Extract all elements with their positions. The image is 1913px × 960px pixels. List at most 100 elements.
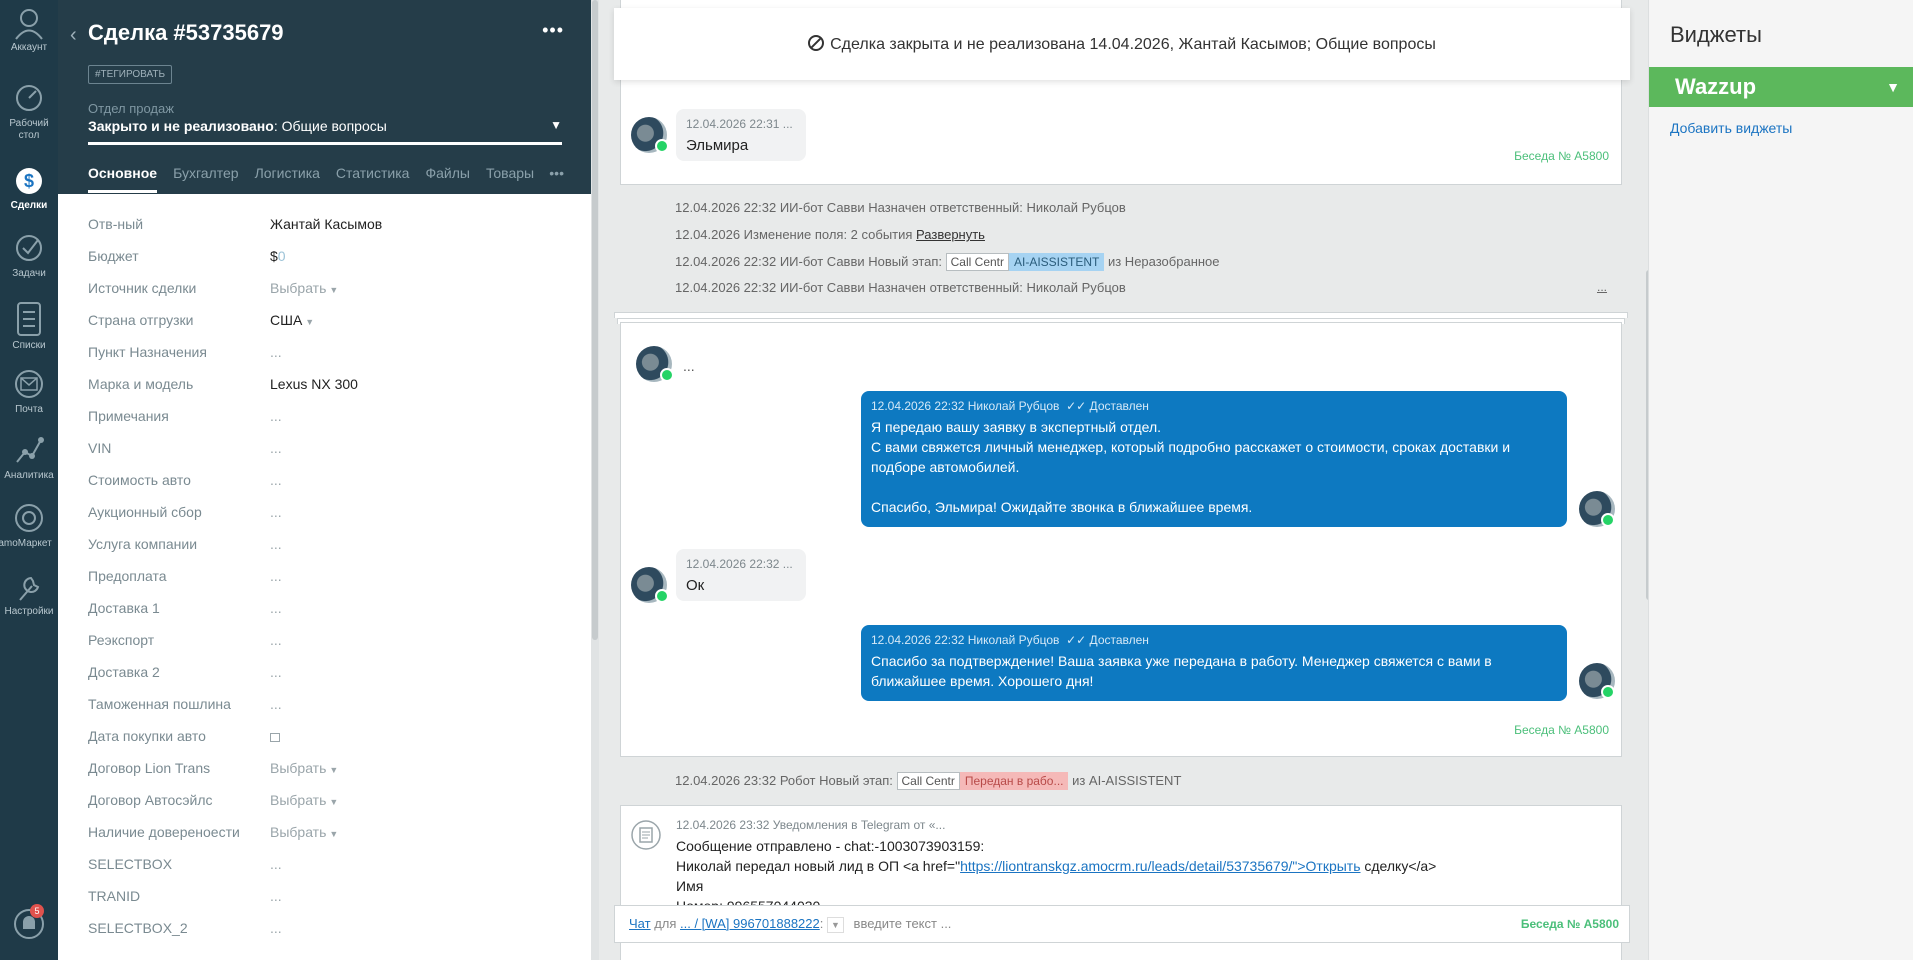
tag-button[interactable]: #ТЕГИРОВАТЬ	[88, 65, 173, 84]
field-value[interactable]: Выбрать ▼	[270, 276, 338, 302]
tab-files[interactable]: Файлы	[425, 165, 469, 190]
message-composer[interactable]: Чат для ... / [WA] 996701888222: ▼ введи…	[614, 905, 1630, 943]
nav-tasks[interactable]: Задачи	[0, 232, 58, 280]
field-value[interactable]: ...	[270, 596, 282, 620]
add-widgets-link[interactable]: Добавить виджеты	[1670, 120, 1792, 136]
field-row: Доставка 1...	[88, 596, 568, 620]
chat-type-link[interactable]: Чат	[629, 916, 651, 931]
nav-mail[interactable]: Почта	[0, 368, 58, 416]
currency-symbol: $	[270, 248, 278, 264]
more-dots-button[interactable]: •••	[542, 20, 564, 41]
event-stage: 12.04.2026 22:32 ИИ-бот Савви Новый этап…	[675, 253, 1220, 271]
chevron-down-icon[interactable]: ▼	[826, 917, 844, 933]
field-label: Аукционный сбор	[88, 504, 202, 520]
stage-pill: Call Centr	[896, 772, 960, 790]
message-line	[871, 477, 1557, 497]
field-label: Доставка 2	[88, 664, 160, 680]
nav-deals[interactable]: $ Сделки	[0, 164, 58, 212]
expand-link[interactable]: Развернуть	[916, 227, 985, 242]
conversation-link[interactable]: Беседа № A5800	[1514, 149, 1609, 163]
nav-account[interactable]: Аккаунт	[0, 6, 58, 54]
field-value[interactable]: ...	[270, 916, 282, 940]
deal-header: ‹ Сделка #53735679 ••• #ТЕГИРОВАТЬ Отдел…	[58, 0, 592, 194]
left-panel-scrollbar[interactable]	[591, 0, 599, 960]
conversation-link[interactable]: Беседа № A5800	[1521, 906, 1619, 942]
field-value[interactable]: ...	[270, 436, 282, 460]
tab-accounting[interactable]: Бухгалтер	[173, 165, 238, 190]
field-value[interactable]: ...	[270, 884, 282, 908]
field-value[interactable]: Выбрать ▼	[270, 756, 338, 782]
field-value-text: Выбрать	[270, 824, 327, 840]
event-text: 12.04.2026 22:32 ИИ-бот Савви Назначен о…	[675, 280, 1126, 295]
field-value[interactable]: ...	[270, 564, 282, 588]
field-row: Примечания...	[88, 404, 568, 428]
message-text: Ок	[686, 577, 705, 594]
whatsapp-icon	[655, 139, 669, 153]
status-select[interactable]: Закрыто и не реализовано: Общие вопросы …	[88, 118, 562, 134]
field-value[interactable]: Выбрать ▼	[270, 788, 338, 814]
nav-analytics[interactable]: Аналитика	[0, 434, 58, 482]
field-value[interactable]	[270, 724, 280, 748]
field-label: Доставка 1	[88, 600, 160, 616]
field-row: VIN...	[88, 436, 568, 460]
field-value[interactable]: Жантай Касымов	[270, 212, 382, 236]
message-meta: 12.04.2026 22:31 ...	[686, 117, 793, 131]
tabs-more-button[interactable]: •••	[549, 165, 564, 181]
field-label: Реэкспорт	[88, 632, 155, 648]
more-events-link[interactable]: ...	[1597, 280, 1607, 294]
recipient-link[interactable]: ... / [WA] 996701888222	[680, 916, 820, 931]
field-row: Наличие довереноести Выбрать ▼	[88, 820, 568, 844]
tab-products[interactable]: Товары	[486, 165, 534, 190]
field-value[interactable]: ...	[270, 660, 282, 684]
nav-label: Рабочий стол	[9, 118, 49, 141]
event-text: 12.04.2026 Изменение поля: 2 события	[675, 227, 917, 242]
chevron-down-icon: ▼	[329, 285, 339, 295]
nav-settings[interactable]: Настройки	[0, 570, 58, 618]
field-value-text: ...	[270, 568, 282, 584]
nav-lists[interactable]: Списки	[0, 300, 58, 352]
field-value[interactable]: ...	[270, 468, 282, 492]
deal-url-link[interactable]: https://liontranskgz.amocrm.ru/leads/det…	[960, 858, 1360, 874]
status-bold: Закрыто и не реализовано	[88, 118, 274, 134]
deals-icon: $	[16, 168, 42, 194]
field-value-text: ...	[270, 696, 282, 712]
incoming-message: 12.04.2026 22:32 ... Ок	[676, 549, 806, 601]
field-value[interactable]: $0	[270, 244, 286, 268]
calendar-icon[interactable]	[270, 733, 280, 742]
notification-line: сделку</a>	[1360, 858, 1437, 874]
field-row: Таможенная пошлина...	[88, 692, 568, 716]
field-value-text: ...	[270, 920, 282, 936]
outgoing-message: 12.04.2026 22:32 Николай Рубцов ✓✓ Доста…	[861, 625, 1567, 701]
nav-dashboard[interactable]: Рабочий стол	[0, 82, 58, 142]
chevron-down-icon: ▼	[329, 765, 339, 775]
field-value[interactable]: ...	[270, 628, 282, 652]
event-tail: из Неразобранное	[1104, 254, 1220, 269]
field-label: Источник сделки	[88, 280, 197, 296]
field-value[interactable]: Выбрать ▼	[270, 820, 338, 846]
field-value[interactable]: ...	[270, 500, 282, 524]
nav-market[interactable]: amoМаркет	[0, 502, 58, 550]
stage-pill: AI-AISSISTENT	[1009, 253, 1105, 271]
field-value[interactable]: ...	[270, 340, 282, 364]
conversation-link[interactable]: Беседа № A5800	[1514, 723, 1609, 737]
field-value[interactable]: ...	[270, 404, 282, 428]
tab-statistics[interactable]: Статистика	[336, 165, 410, 190]
field-value[interactable]: ...	[270, 852, 282, 876]
field-row: Доставка 2...	[88, 660, 568, 684]
tab-main[interactable]: Основное	[88, 165, 158, 193]
wazzup-widget[interactable]: Wazzup ▼	[1649, 67, 1913, 107]
deal-fields: Отв-ный Жантай Касымов Бюджет $0 Источник сд…	[58, 194, 592, 960]
chevron-down-icon[interactable]: ▼	[1886, 67, 1900, 107]
field-label: SELECTBOX_2	[88, 920, 188, 936]
nav-notifications[interactable]: 5	[0, 904, 58, 946]
back-arrow-icon[interactable]: ‹	[70, 24, 77, 47]
deal-title[interactable]: Сделка #53735679	[88, 20, 284, 46]
field-value[interactable]: Lexus NX 300	[270, 372, 358, 396]
scrollbar-thumb[interactable]	[592, 0, 598, 640]
tab-logistics[interactable]: Логистика	[255, 165, 320, 190]
composer-placeholder[interactable]: введите текст ...	[854, 916, 952, 931]
field-value[interactable]: США ▼	[270, 308, 314, 334]
field-value[interactable]: ...	[270, 532, 282, 556]
field-value[interactable]: ...	[270, 692, 282, 716]
field-label: Дата покупки авто	[88, 728, 206, 744]
